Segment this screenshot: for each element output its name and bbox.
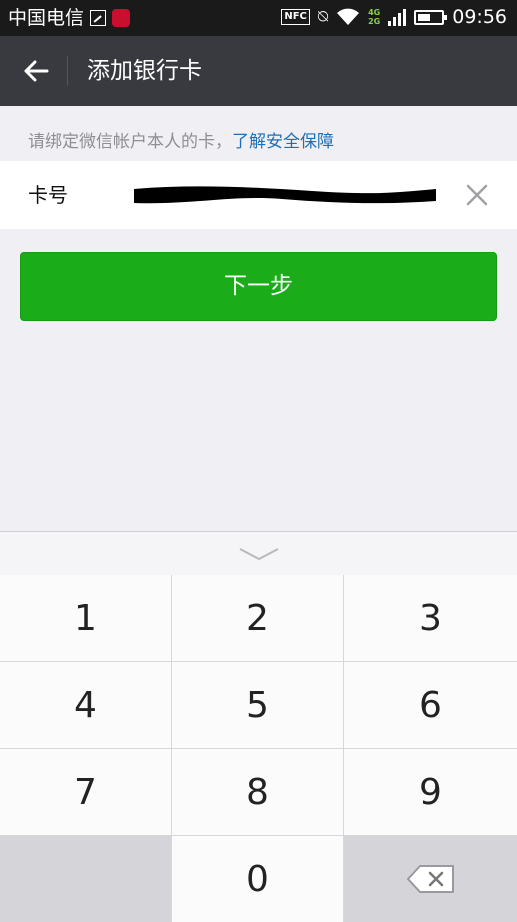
title-divider — [67, 56, 68, 86]
huawei-app-icon — [112, 9, 131, 27]
clear-button[interactable] — [461, 179, 493, 211]
screenshot-icon — [90, 10, 107, 26]
wifi-icon — [337, 8, 360, 25]
key-5[interactable]: 5 — [172, 662, 344, 748]
backspace-key[interactable] — [344, 836, 517, 922]
key-grid: 1 2 3 4 5 6 7 8 9 0 — [0, 575, 517, 922]
key-7[interactable]: 7 — [0, 749, 172, 835]
clock: 09:56 — [452, 6, 507, 28]
title-bar: 添加银行卡 — [0, 36, 517, 106]
notice-text: 请绑定微信帐户本人的卡， — [28, 132, 232, 152]
card-number-field[interactable] — [132, 179, 438, 209]
clear-icon — [466, 184, 488, 206]
numeric-keyboard: 1 2 3 4 5 6 7 8 9 0 — [0, 531, 517, 922]
network-4g: 4G — [368, 8, 381, 17]
carrier-name: 中国电信 — [8, 7, 85, 29]
keyboard-collapse-button[interactable] — [0, 531, 517, 575]
security-info-link[interactable]: 了解安全保障 — [232, 132, 334, 152]
back-button[interactable] — [14, 51, 58, 91]
key-4[interactable]: 4 — [0, 662, 172, 748]
vibrate-off-icon: ⍉ — [317, 7, 329, 27]
next-step-button[interactable]: 下一步 — [20, 252, 497, 321]
key-6[interactable]: 6 — [344, 662, 517, 748]
key-1[interactable]: 1 — [0, 575, 172, 661]
key-0[interactable]: 0 — [172, 836, 344, 922]
key-8[interactable]: 8 — [172, 749, 344, 835]
back-arrow-icon — [24, 60, 49, 82]
battery-icon — [414, 9, 448, 25]
key-9[interactable]: 9 — [344, 749, 517, 835]
key-3[interactable]: 3 — [344, 575, 517, 661]
backspace-icon — [406, 865, 454, 893]
network-2g: 2G — [368, 17, 381, 26]
security-notice: 请绑定微信帐户本人的卡，了解安全保障 — [28, 131, 334, 153]
key-2[interactable]: 2 — [172, 575, 344, 661]
page-title: 添加银行卡 — [87, 58, 202, 84]
card-number-row[interactable]: 卡号 — [0, 161, 517, 229]
nfc-icon: NFC — [281, 9, 310, 25]
key-blank — [0, 836, 172, 922]
signal-icon — [388, 8, 407, 26]
keyboard-collapse-icon — [239, 547, 278, 560]
network-type: 4G 2G — [368, 8, 380, 26]
status-bar: 中国电信 NFC ⍉ 4G 2G 09:56 — [0, 0, 517, 36]
card-number-label: 卡号 — [28, 183, 68, 207]
